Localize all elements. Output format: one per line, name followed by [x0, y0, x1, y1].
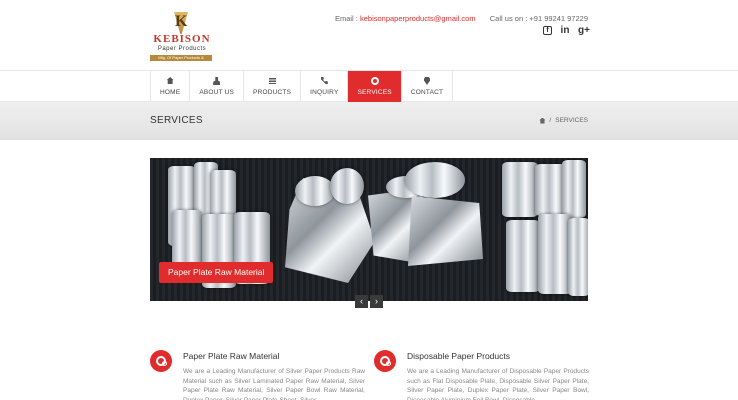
logo-initial-k-icon: K [175, 13, 188, 30]
google-plus-icon[interactable]: g+ [578, 26, 590, 36]
service-description: We are a Leading Manufacturer of Silver … [183, 368, 365, 400]
site-header: K KEBISON Paper Products Mfg. Of Paper P… [0, 0, 738, 70]
slider-next-button[interactable]: › [370, 295, 383, 308]
service-description: We are a Leading Manufacturer of Disposa… [407, 368, 589, 400]
nav-label: SERVICES [357, 89, 392, 96]
nav-label: HOME [160, 89, 181, 96]
service-title[interactable]: Paper Plate Raw Material [183, 351, 279, 361]
nav-item-products[interactable]: PRODUCTS [244, 71, 302, 102]
nav-menu: HOME ABOUT US PRODUCTS INQUIRY SERVICES … [150, 71, 454, 102]
kebison-logo[interactable]: K KEBISON Paper Products Mfg. Of Paper P… [148, 12, 214, 66]
nav-item-services[interactable]: SERVICES [348, 71, 402, 102]
email-link[interactable]: kebisonpaperproducts@gmail.com [360, 14, 476, 23]
foil-roll-image [405, 162, 465, 198]
nav-item-contact[interactable]: CONTACT [402, 71, 454, 102]
breadcrumb-current: SERVICES [555, 117, 588, 124]
list-icon [268, 78, 276, 84]
breadcrumb-separator: / [549, 117, 552, 124]
facebook-square-icon[interactable]: f [543, 26, 552, 35]
product-slider[interactable]: Paper Plate Raw Material [150, 158, 588, 301]
logo-tagline: Paper Products [157, 46, 207, 52]
user-icon [213, 77, 221, 85]
logo-strip: Mfg. Of Paper Products & Aluminium [150, 55, 212, 66]
page: K KEBISON Paper Products Mfg. Of Paper P… [0, 0, 738, 400]
phone-number: +91 99241 97229 [529, 14, 588, 23]
page-banner: SERVICES / SERVICES [0, 102, 738, 140]
breadcrumb-home-icon[interactable] [539, 117, 546, 124]
foil-roll-image [502, 162, 538, 217]
linkedin-icon[interactable]: in [560, 26, 570, 36]
nav-label: PRODUCTS [253, 89, 292, 96]
cogs-icon [370, 77, 379, 85]
foil-roll-image [562, 160, 586, 218]
foil-roll-image [568, 218, 588, 296]
contact-info: Email : kebisonpaperproducts@gmail.com C… [335, 14, 588, 23]
nav-label: CONTACT [410, 89, 444, 96]
home-icon [166, 77, 174, 84]
email-label: Email : [334, 14, 358, 23]
map-marker-icon [424, 77, 431, 85]
foil-roll-image [538, 214, 572, 294]
main-navigation: HOME ABOUT US PRODUCTS INQUIRY SERVICES … [0, 70, 738, 102]
foil-sheet-image [408, 196, 483, 266]
nav-label: INQUIRY [310, 89, 339, 96]
foil-roll-image [330, 168, 364, 204]
nav-item-about-us[interactable]: ABOUT US [190, 71, 245, 102]
phone-icon [320, 77, 328, 84]
cogs-icon [150, 350, 172, 372]
social-links: f in g+ [543, 26, 590, 36]
nav-item-home[interactable]: HOME [151, 71, 191, 102]
slide-caption[interactable]: Paper Plate Raw Material [159, 262, 274, 283]
foil-roll-image [295, 176, 335, 206]
logo-name: KEBISON [153, 33, 211, 45]
cogs-icon [374, 350, 396, 372]
slider-prev-button[interactable]: ‹ [355, 295, 368, 308]
foil-roll-image [506, 220, 540, 292]
service-title[interactable]: Disposable Paper Products [407, 351, 510, 361]
page-title: SERVICES [150, 115, 203, 126]
call-label: Call us on : [489, 14, 528, 23]
nav-label: ABOUT US [199, 89, 235, 96]
nav-item-inquiry[interactable]: INQUIRY [301, 71, 349, 102]
breadcrumb: / SERVICES [539, 117, 588, 124]
